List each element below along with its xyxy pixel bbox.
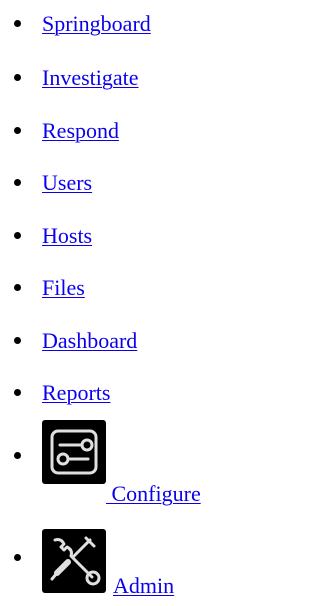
link-dashboard[interactable]: Dashboard (42, 328, 137, 354)
bullet (14, 337, 21, 344)
link-springboard[interactable]: Springboard (42, 11, 151, 37)
bullet (14, 232, 21, 239)
bullet (14, 554, 21, 561)
sliders-icon[interactable] (42, 420, 106, 484)
link-configure[interactable]: Configure (106, 481, 201, 507)
tools-icon[interactable] (42, 529, 106, 593)
link-users[interactable]: Users (42, 170, 92, 196)
list-item-users: Users (0, 165, 253, 201)
list-item-hosts: Hosts (0, 217, 253, 253)
bullet (14, 179, 21, 186)
list-item-dashboard: Dashboard (0, 322, 253, 358)
list-item-respond: Respond (0, 112, 253, 148)
link-reports[interactable]: Reports (42, 380, 110, 406)
bullet (14, 127, 21, 134)
bullet (14, 284, 21, 291)
bullet (14, 389, 21, 396)
list-item-configure: Configure (0, 420, 253, 510)
link-files[interactable]: Files (42, 275, 85, 301)
list-item-investigate: Investigate (0, 60, 253, 96)
link-hosts[interactable]: Hosts (42, 223, 92, 249)
link-respond[interactable]: Respond (42, 118, 119, 144)
link-admin[interactable]: Admin (113, 573, 174, 599)
bullet (14, 74, 21, 81)
bullet (14, 20, 21, 27)
list-item-springboard: Springboard (0, 4, 253, 40)
list-item-files: Files (0, 270, 253, 306)
link-investigate[interactable]: Investigate (42, 65, 139, 91)
list-item-reports: Reports (0, 375, 253, 411)
list-item-admin: Admin (0, 529, 253, 604)
bullet (14, 452, 21, 459)
